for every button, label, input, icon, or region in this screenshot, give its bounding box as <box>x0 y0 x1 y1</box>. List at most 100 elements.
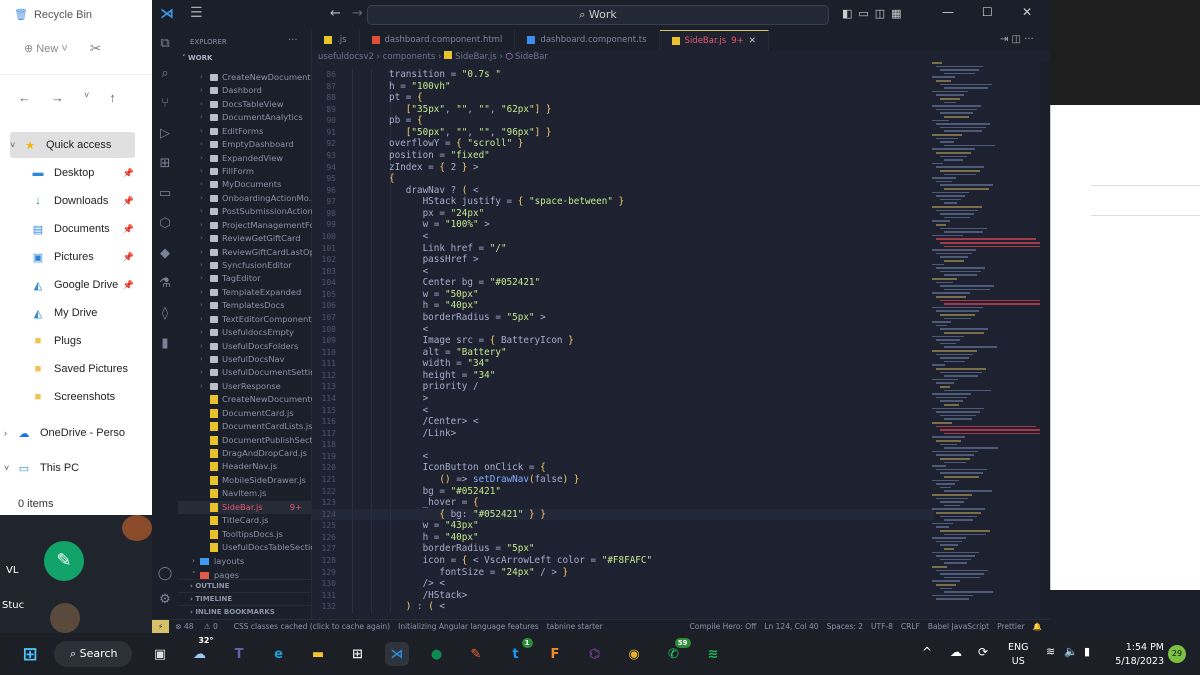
tree-item[interactable]: › UsefulDocsNav <box>178 353 312 366</box>
explorer-icon[interactable]: ⧉ <box>157 36 173 51</box>
remote-indicator[interactable]: ⚡ <box>152 619 170 634</box>
command-search[interactable]: ⌕ Work <box>367 5 829 25</box>
section-header[interactable]: › TIMELINE <box>178 592 312 605</box>
status-item[interactable]: tabnine starter <box>547 622 603 631</box>
code-line[interactable]: 108 < <box>312 323 934 336</box>
maximize-button[interactable]: ☐ <box>982 5 993 19</box>
docker-icon[interactable]: ◆ <box>157 246 173 261</box>
tree-item[interactable]: › DocsTableView <box>178 98 312 111</box>
breadcrumb-item[interactable]: SideBar <box>515 52 548 62</box>
nav-item[interactable]: › ☁ OneDrive - Perso <box>4 420 129 446</box>
edge-taskbar-icon[interactable]: e <box>267 642 291 666</box>
nav-item[interactable]: ■ Screenshots <box>30 384 140 410</box>
code-line[interactable]: 96 drawNav ? ( < <box>312 184 934 197</box>
code-line[interactable]: 117 /Link> <box>312 427 934 440</box>
code-line[interactable]: 88 pt = { <box>312 92 934 104</box>
section-header[interactable]: › OUTLINE <box>178 579 312 592</box>
tree-item[interactable]: TooltipsDocs.js <box>178 528 312 541</box>
tab[interactable]: .js <box>312 30 360 50</box>
pin-icon[interactable]: 📌 <box>123 280 134 291</box>
file-explorer-taskbar-icon[interactable]: ▬ <box>306 642 330 666</box>
code-line[interactable]: 111 width = "34" <box>312 358 934 370</box>
code-line[interactable]: 127 borderRadius = "5px" <box>312 543 934 555</box>
code-line[interactable]: 125 w = "43px" <box>312 520 934 532</box>
tree-item[interactable]: › UserResponse <box>178 380 312 393</box>
code-line[interactable]: 126 h = "40px" <box>312 531 934 544</box>
clock[interactable]: 1:54 PM 5/18/2023 <box>1112 641 1164 669</box>
avatar[interactable] <box>50 603 80 633</box>
store-taskbar-icon[interactable]: ⊞ <box>346 642 370 666</box>
code-line[interactable]: 92 overflowY = { "scroll" } <box>312 138 934 150</box>
close-tab-icon[interactable]: ✕ <box>749 36 756 46</box>
pin-icon[interactable]: 📌 <box>123 168 134 179</box>
tree-item[interactable]: › FillForm <box>178 165 312 178</box>
nav-item[interactable]: ▤ Documents 📌 <box>30 216 140 242</box>
code-line[interactable]: 114 > <box>312 392 934 405</box>
code-line[interactable]: 109 Image src = { BatteryIcon } <box>312 335 934 347</box>
tree-item[interactable]: DocumentCardLists.js <box>178 420 312 433</box>
tree-item[interactable]: › Dashbord <box>178 84 312 97</box>
code-line[interactable]: 103 < <box>312 265 934 278</box>
tree-item[interactable]: HeaderNav.js <box>178 460 312 473</box>
extensions-icon[interactable]: ⊞ <box>157 156 173 171</box>
wifi-icon[interactable]: ≋ <box>1046 645 1055 658</box>
ethereum-icon[interactable]: ◊ <box>157 306 173 321</box>
vlc-desktop-icon[interactable] <box>122 515 152 541</box>
tree-item[interactable]: › EmptyDashboard <box>178 138 312 151</box>
nav-item[interactable]: ◭ My Drive <box>30 300 140 326</box>
code-line[interactable]: 128 icon = { < VscArrowLeft color = "#F8… <box>312 554 934 567</box>
nav-item[interactable]: ↓ Downloads 📌 <box>30 188 140 214</box>
vscode-taskbar-icon[interactable]: ⋊ <box>385 642 409 666</box>
tree-item[interactable]: › ExpandedView <box>178 152 312 165</box>
status-item[interactable]: UTF-8 <box>871 622 893 631</box>
notification-badge[interactable]: 29 <box>1168 645 1186 663</box>
account-icon[interactable]: ◯ <box>157 566 173 581</box>
code-editor[interactable]: 86 transition = "0.7s " 87 h = "100vh" 88 pt … <box>312 62 934 617</box>
chevron-icon[interactable]: › <box>4 428 16 438</box>
code-line[interactable]: 123 _hover = { <box>312 497 934 509</box>
problems-indicator[interactable]: ⊗ 48 ⚠ 0 <box>175 622 226 631</box>
nav-item[interactable]: ▣ Pictures 📌 <box>30 244 140 270</box>
tab[interactable]: dashboard.component.html <box>360 30 516 50</box>
code-line[interactable]: 99 w = "100%" > <box>312 219 934 231</box>
tree-item[interactable]: DocumentPublishSecti... <box>178 434 312 447</box>
minimap[interactable] <box>932 62 1044 617</box>
tree-item[interactable]: › UsefulDocumentSetting <box>178 366 312 379</box>
start-button[interactable]: ⊞ <box>18 642 42 666</box>
status-item[interactable]: Prettier <box>997 622 1025 631</box>
code-line[interactable]: 97 HStack justify = { "space-between" } <box>312 196 934 208</box>
code-line[interactable]: 110 alt = "Battery" <box>312 346 934 359</box>
search-button[interactable]: ⌕ Search <box>54 641 132 667</box>
tree-item[interactable]: UsefulDocsTableSectio... <box>178 541 312 554</box>
code-line[interactable]: 118 <box>312 439 934 451</box>
task-view-taskbar-icon[interactable]: ▣ <box>148 642 172 666</box>
teams-taskbar-icon[interactable]: T <box>227 642 251 666</box>
tree-item[interactable]: › OnboardingActionMo... <box>178 192 312 205</box>
tree-item[interactable]: NavItem.js <box>178 487 312 500</box>
code-line[interactable]: 89 ["35px", "", "", "62px"] } <box>312 103 934 116</box>
settings-gear-icon[interactable]: ⚙ <box>157 592 173 607</box>
code-line[interactable]: 119 < <box>312 450 934 463</box>
breadcrumb-item[interactable]: usefuldocsv2 <box>318 52 374 62</box>
tree-item[interactable]: › TextEditorComponent <box>178 313 312 326</box>
tree-item[interactable]: DragAndDropCard.js <box>178 447 312 460</box>
tree-item[interactable]: › MyDocuments <box>178 178 312 191</box>
tree-item[interactable]: › SyncfusionEditor <box>178 259 312 272</box>
code-line[interactable]: 115 < <box>312 404 934 417</box>
tree-item[interactable]: MobileSideDrawer.js <box>178 474 312 487</box>
code-line[interactable]: 87 h = "100vh" <box>312 80 934 93</box>
status-item[interactable]: CSS classes cached (click to cache again… <box>234 622 390 631</box>
code-line[interactable]: 124 { bg: "#052421" } } <box>312 508 934 521</box>
code-line[interactable]: 106 h = "40px" <box>312 300 934 312</box>
status-item[interactable]: Babel JavaScript <box>928 622 989 631</box>
tree-item[interactable]: › DocumentAnalytics <box>178 111 312 124</box>
code-line[interactable]: 90 pb = { <box>312 115 934 127</box>
sync-icon[interactable]: ⟳ <box>978 645 988 659</box>
forward-icon[interactable]: → <box>352 6 363 21</box>
back-icon[interactable]: ← <box>330 6 341 21</box>
tab[interactable]: SideBar.js 9+ ✕ <box>659 30 769 50</box>
code-line[interactable]: 95 { <box>312 173 934 185</box>
tree-item[interactable]: CreateNewDocumentC... <box>178 393 312 406</box>
nav-item[interactable]: ◭ Google Drive 📌 <box>30 272 140 298</box>
status-item[interactable]: Spaces: 2 <box>827 622 863 631</box>
